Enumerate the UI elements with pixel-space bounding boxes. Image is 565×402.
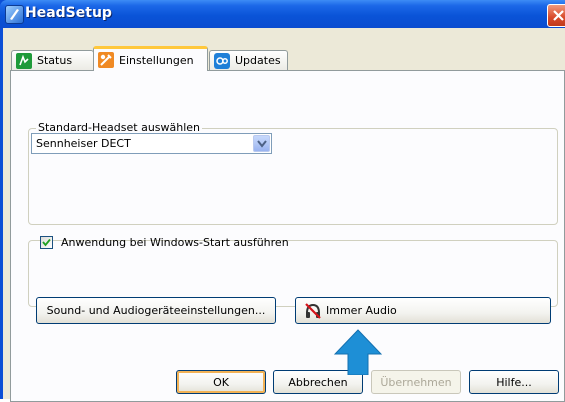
headset-mute-icon	[305, 302, 321, 319]
pointer-arrow-icon	[334, 329, 382, 375]
always-audio-button-label: Immer Audio	[326, 304, 397, 317]
tab-einstellungen[interactable]: Einstellungen	[93, 46, 208, 71]
sound-settings-button[interactable]: Sound- und Audiogeräteeinstellungen...	[36, 297, 276, 324]
cancel-button-label: Abbrechen	[288, 375, 348, 389]
ok-button[interactable]: OK	[176, 370, 266, 394]
always-audio-button[interactable]: Immer Audio	[295, 297, 551, 324]
tab-status[interactable]: Status	[11, 50, 94, 70]
ok-button-label: OK	[213, 375, 229, 389]
dropdown-button[interactable]	[253, 135, 270, 152]
tab-einstellungen-label: Einstellungen	[119, 53, 194, 67]
settings-tools-icon	[98, 52, 114, 68]
tab-status-label: Status	[37, 54, 73, 67]
headset-select[interactable]: Sennheiser DECT	[31, 133, 272, 154]
tab-updates[interactable]: Updates	[209, 50, 288, 70]
sound-settings-button-label: Sound- und Audiogeräteeinstellungen...	[46, 304, 266, 317]
apply-button[interactable]: Übernehmen	[371, 370, 461, 394]
app-icon	[5, 5, 24, 24]
headset-select-value: Sennheiser DECT	[36, 137, 131, 150]
autostart-checkbox[interactable]	[40, 236, 53, 249]
dialog-client-area: Status Einstellungen Updates Standard-He…	[3, 28, 565, 402]
close-icon	[553, 10, 564, 21]
window-title: HeadSetup	[25, 5, 112, 21]
close-button[interactable]	[547, 4, 565, 27]
title-bar[interactable]: HeadSetup	[0, 0, 565, 28]
apply-button-label: Übernehmen	[380, 375, 452, 389]
status-icon	[16, 52, 32, 69]
autostart-label[interactable]: Anwendung bei Windows-Start ausführen	[61, 236, 289, 249]
tab-updates-label: Updates	[235, 54, 281, 67]
help-button[interactable]: Hilfe...	[469, 370, 559, 394]
headsetup-window: HeadSetup Status Einstellungen Updates S…	[0, 0, 565, 402]
chevron-down-icon	[257, 140, 267, 148]
checkmark-icon	[42, 238, 51, 247]
help-button-label: Hilfe...	[496, 375, 532, 389]
updates-icon	[214, 52, 230, 69]
